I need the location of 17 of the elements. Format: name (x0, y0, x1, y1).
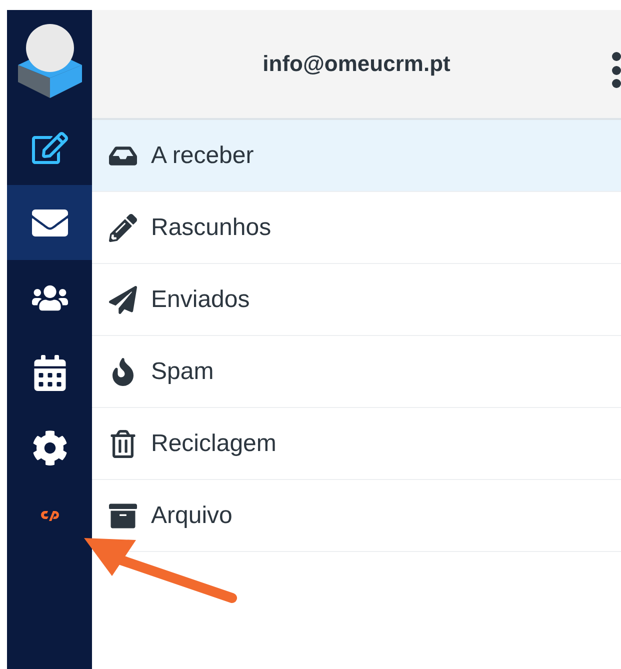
paper-plane-icon (109, 286, 137, 314)
pencil-icon (109, 214, 137, 242)
compose-icon (32, 130, 68, 166)
folder-label: Enviados (151, 286, 250, 314)
mail-button[interactable] (7, 185, 92, 260)
settings-icon (32, 430, 68, 466)
trash-icon (109, 430, 137, 458)
archive-icon (109, 502, 137, 530)
folder-label: Spam (151, 358, 214, 386)
folder-label: Reciclagem (151, 430, 276, 458)
folder-item[interactable]: A receber (92, 120, 621, 192)
cpanel-icon (40, 509, 58, 521)
calendar-icon (32, 354, 68, 390)
account-title: info@omeucrm.pt (262, 51, 450, 77)
folder-label: Rascunhos (151, 214, 272, 242)
folder-label: A receber (151, 142, 254, 170)
folder-label: Arquivo (151, 502, 232, 530)
